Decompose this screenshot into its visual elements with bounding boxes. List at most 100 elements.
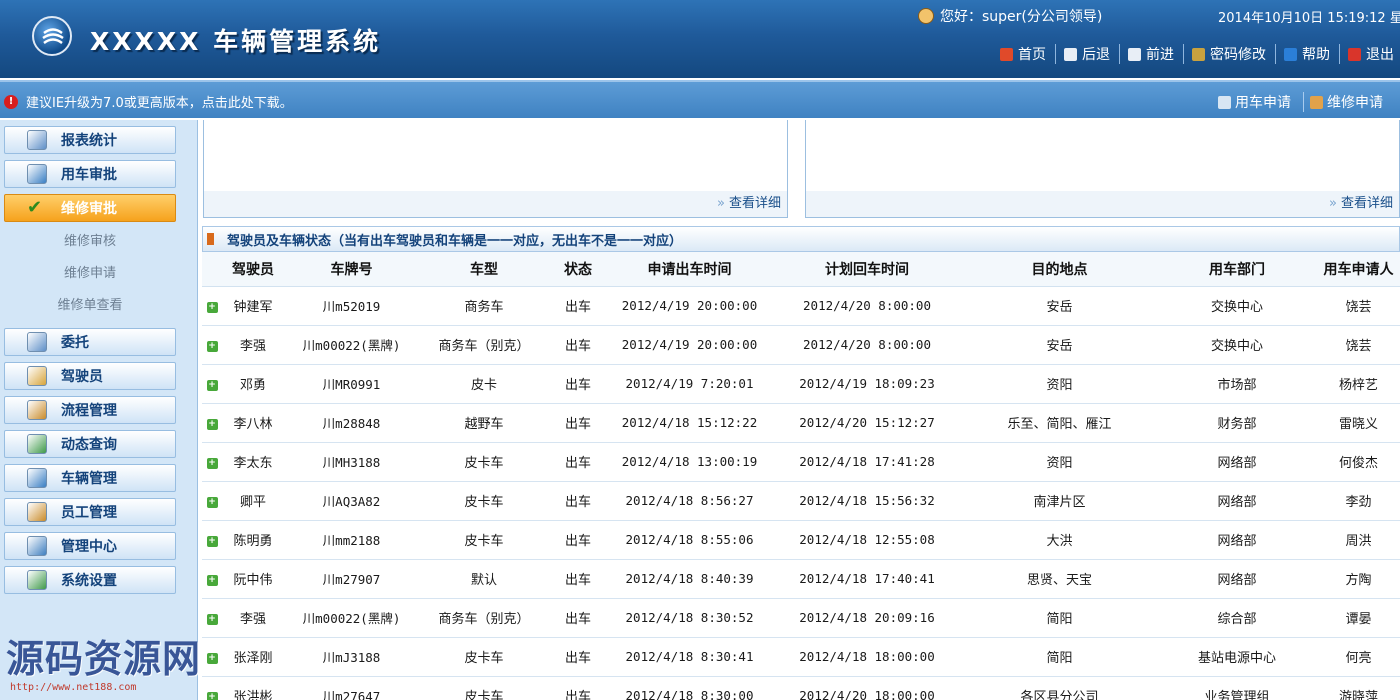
expand-icon[interactable]: +: [207, 653, 218, 664]
expand-icon[interactable]: +: [207, 341, 218, 352]
table-cell: 2012/4/19 7:20:01: [607, 364, 772, 403]
column-header: 用车部门: [1157, 252, 1317, 286]
nav-label: 首页: [1018, 44, 1046, 64]
sidebar-item-approve[interactable]: 用车审批: [4, 160, 176, 188]
report-icon: [27, 130, 47, 150]
table-row[interactable]: + 邓勇 川MR0991 皮卡 出车 2012/4/19 7:20:01 2012/4/19…: [202, 364, 1400, 403]
panel-right: » 查看详细: [805, 120, 1400, 218]
table-cell: 各区县分公司: [962, 676, 1157, 700]
row-expand-cell[interactable]: +: [202, 325, 222, 364]
expand-icon[interactable]: +: [207, 575, 218, 586]
table-cell: 皮卡车: [419, 676, 549, 700]
approve-icon: [27, 164, 47, 184]
submenu-item[interactable]: 维修单查看: [4, 290, 176, 322]
table-cell: 思贤、天宝: [962, 559, 1157, 598]
table-cell: 2012/4/18 8:56:27: [607, 481, 772, 520]
quick-car-link[interactable]: 用车申请: [1218, 92, 1297, 112]
view-details-link-right[interactable]: » 查看详细: [806, 191, 1399, 217]
section-title-text: 驾驶员及车辆状态（当有出车驾驶员和车辆是一一对应，无出车不是一一对应）: [227, 230, 682, 249]
table-cell: 南津片区: [962, 481, 1157, 520]
table-cell: 2012/4/18 12:55:08: [772, 520, 962, 559]
table-row[interactable]: + 张洪彬 川m27647 皮卡车 出车 2012/4/18 8:30:00 2012/4/…: [202, 676, 1400, 700]
check-icon: ✔: [27, 198, 47, 218]
nav-logout-button[interactable]: 退出: [1344, 44, 1400, 64]
sidebar-item-delegate[interactable]: 委托: [4, 328, 176, 356]
sidebar-item-globe[interactable]: 管理中心: [4, 532, 176, 560]
table-row[interactable]: + 卿平 川AQ3A82 皮卡车 出车 2012/4/18 8:56:27 2012/4/1…: [202, 481, 1400, 520]
row-expand-cell[interactable]: +: [202, 559, 222, 598]
nav-password-button[interactable]: 密码修改: [1188, 44, 1276, 64]
expand-icon[interactable]: +: [207, 302, 218, 313]
table-cell: 周洪: [1317, 520, 1400, 559]
table-cell: 何亮: [1317, 637, 1400, 676]
table-cell: 李劲: [1317, 481, 1400, 520]
ie-upgrade-link[interactable]: ! 建议IE升级为7.0或更高版本，点击此处下载。: [4, 92, 293, 111]
table-cell: 简阳: [962, 598, 1157, 637]
row-expand-cell[interactable]: +: [202, 403, 222, 442]
sidebar-item-settings[interactable]: 系统设置: [4, 566, 176, 594]
table-cell: 饶芸: [1317, 325, 1400, 364]
table-cell: 2012/4/19 20:00:00: [607, 286, 772, 325]
table-cell: 综合部: [1157, 598, 1317, 637]
table-row[interactable]: + 李强 川m00022(黑牌) 商务车（别克） 出车 2012/4/18 8:30:52…: [202, 598, 1400, 637]
row-expand-cell[interactable]: +: [202, 637, 222, 676]
table-row[interactable]: + 李八林 川m28848 越野车 出车 2012/4/18 15:12:22 2012/4…: [202, 403, 1400, 442]
back-icon: [1064, 48, 1077, 61]
nav-back-button[interactable]: 后退: [1060, 44, 1120, 64]
row-expand-cell[interactable]: +: [202, 520, 222, 559]
expand-icon[interactable]: +: [207, 458, 218, 469]
submenu-item[interactable]: 维修审核: [4, 226, 176, 258]
table-row[interactable]: + 钟建军 川m52019 商务车 出车 2012/4/19 20:00:00 2012/4…: [202, 286, 1400, 325]
sidebar-item-check[interactable]: ✔ 维修审批: [4, 194, 176, 222]
double-arrow-icon: »: [717, 196, 725, 211]
table-cell: 2012/4/18 15:12:22: [607, 403, 772, 442]
expand-icon[interactable]: +: [207, 614, 218, 625]
sidebar-item-driver[interactable]: 驾驶员: [4, 362, 176, 390]
table-cell: 何俊杰: [1317, 442, 1400, 481]
submenu-item[interactable]: 维修申请: [4, 258, 176, 290]
quick-links: 用车申请 维修申请: [1218, 92, 1389, 112]
row-expand-cell[interactable]: +: [202, 598, 222, 637]
sidebar-item-label: 系统设置: [61, 570, 117, 590]
table-cell: 2012/4/18 17:41:28: [772, 442, 962, 481]
table-row[interactable]: + 张泽刚 川mJ3188 皮卡车 出车 2012/4/18 8:30:41 2012/4/…: [202, 637, 1400, 676]
table-cell: 出车: [549, 520, 607, 559]
flow-icon: [27, 400, 47, 420]
table-row[interactable]: + 阮中伟 川m27907 默认 出车 2012/4/18 8:40:39 2012/4/1…: [202, 559, 1400, 598]
table-row[interactable]: + 李太东 川MH3188 皮卡车 出车 2012/4/18 13:00:19 2012/4…: [202, 442, 1400, 481]
table-cell: 川m27907: [284, 559, 419, 598]
sidebar-item-staff[interactable]: 员工管理: [4, 498, 176, 526]
sidebar-item-label: 用车审批: [61, 164, 117, 184]
row-expand-cell[interactable]: +: [202, 286, 222, 325]
row-expand-cell[interactable]: +: [202, 442, 222, 481]
sidebar-submenu: 维修审核 维修申请 维修单查看: [4, 226, 176, 322]
sidebar-item-report[interactable]: 报表统计: [4, 126, 176, 154]
table-cell: 川MR0991: [284, 364, 419, 403]
table-cell: 游晓萍: [1317, 676, 1400, 700]
sidebar-item-query[interactable]: 动态查询: [4, 430, 176, 458]
table-cell: 川mJ3188: [284, 637, 419, 676]
table-row[interactable]: + 陈明勇 川mm2188 皮卡车 出车 2012/4/18 8:55:06 2012/4/…: [202, 520, 1400, 559]
expand-icon[interactable]: +: [207, 536, 218, 547]
table-row[interactable]: + 李强 川m00022(黑牌) 商务车（别克） 出车 2012/4/19 20:00:0…: [202, 325, 1400, 364]
view-details-link-left[interactable]: » 查看详细: [204, 191, 787, 217]
expand-icon[interactable]: +: [207, 692, 218, 700]
row-expand-cell[interactable]: +: [202, 676, 222, 700]
quick-tools-link[interactable]: 维修申请: [1303, 92, 1389, 112]
expand-icon[interactable]: +: [207, 497, 218, 508]
table-cell: 网络部: [1157, 559, 1317, 598]
nav-label: 后退: [1082, 44, 1110, 64]
sidebar-item-vehicle[interactable]: 车辆管理: [4, 464, 176, 492]
nav-forward-button[interactable]: 前进: [1124, 44, 1184, 64]
table-cell: 乐至、简阳、雁江: [962, 403, 1157, 442]
expand-icon[interactable]: +: [207, 380, 218, 391]
table-cell: 李太东: [222, 442, 284, 481]
row-expand-cell[interactable]: +: [202, 364, 222, 403]
table-cell: 2012/4/20 8:00:00: [772, 286, 962, 325]
row-expand-cell[interactable]: +: [202, 481, 222, 520]
expand-icon[interactable]: +: [207, 419, 218, 430]
table-cell: 2012/4/19 18:09:23: [772, 364, 962, 403]
nav-help-button[interactable]: 帮助: [1280, 44, 1340, 64]
nav-home-button[interactable]: 首页: [996, 44, 1056, 64]
sidebar-item-flow[interactable]: 流程管理: [4, 396, 176, 424]
